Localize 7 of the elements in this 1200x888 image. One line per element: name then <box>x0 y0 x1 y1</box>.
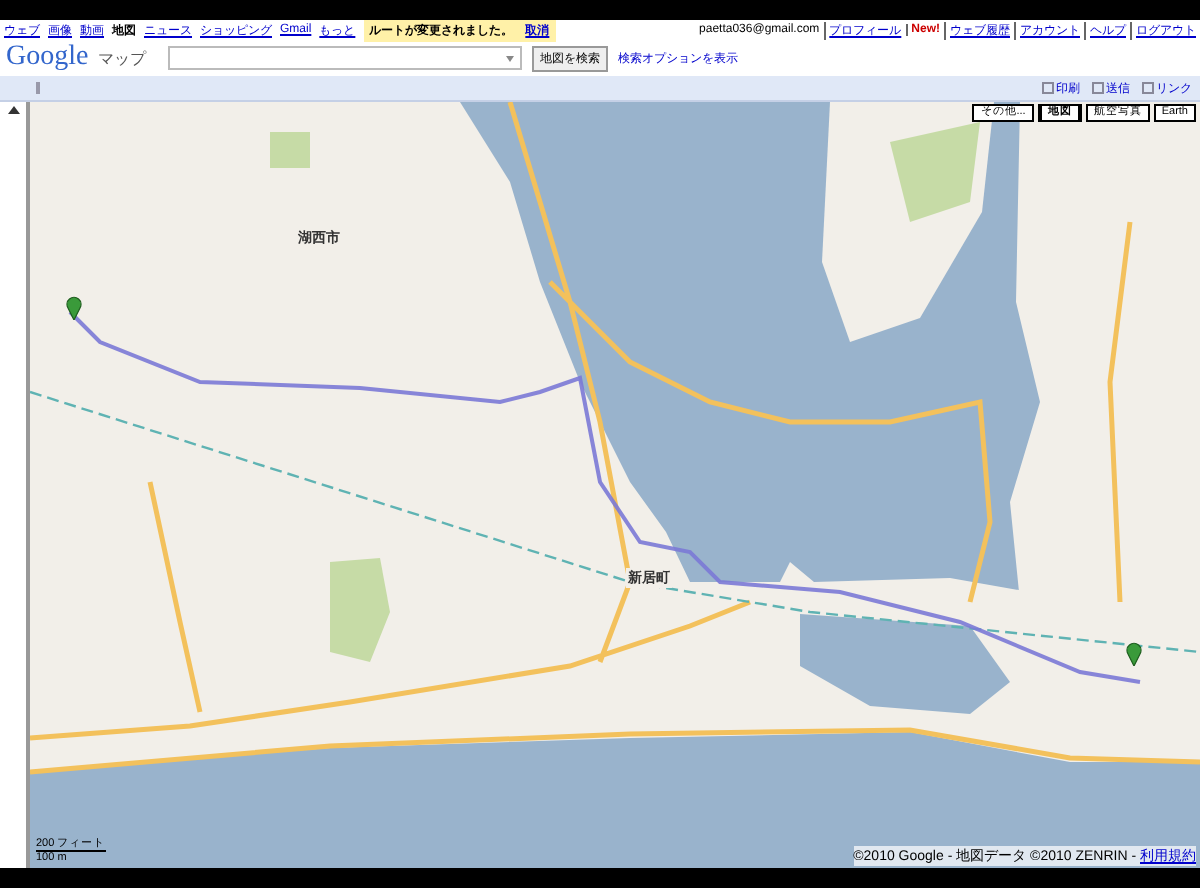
dropdown-icon[interactable] <box>506 56 515 62</box>
panel-toggle-icon[interactable] <box>7 106 19 114</box>
google-logo[interactable]: Google <box>6 42 89 74</box>
product-name: マップ <box>98 47 147 69</box>
start-marker-icon[interactable] <box>66 296 82 320</box>
end-marker-icon[interactable] <box>1126 642 1142 666</box>
search-field[interactable] <box>168 46 523 70</box>
